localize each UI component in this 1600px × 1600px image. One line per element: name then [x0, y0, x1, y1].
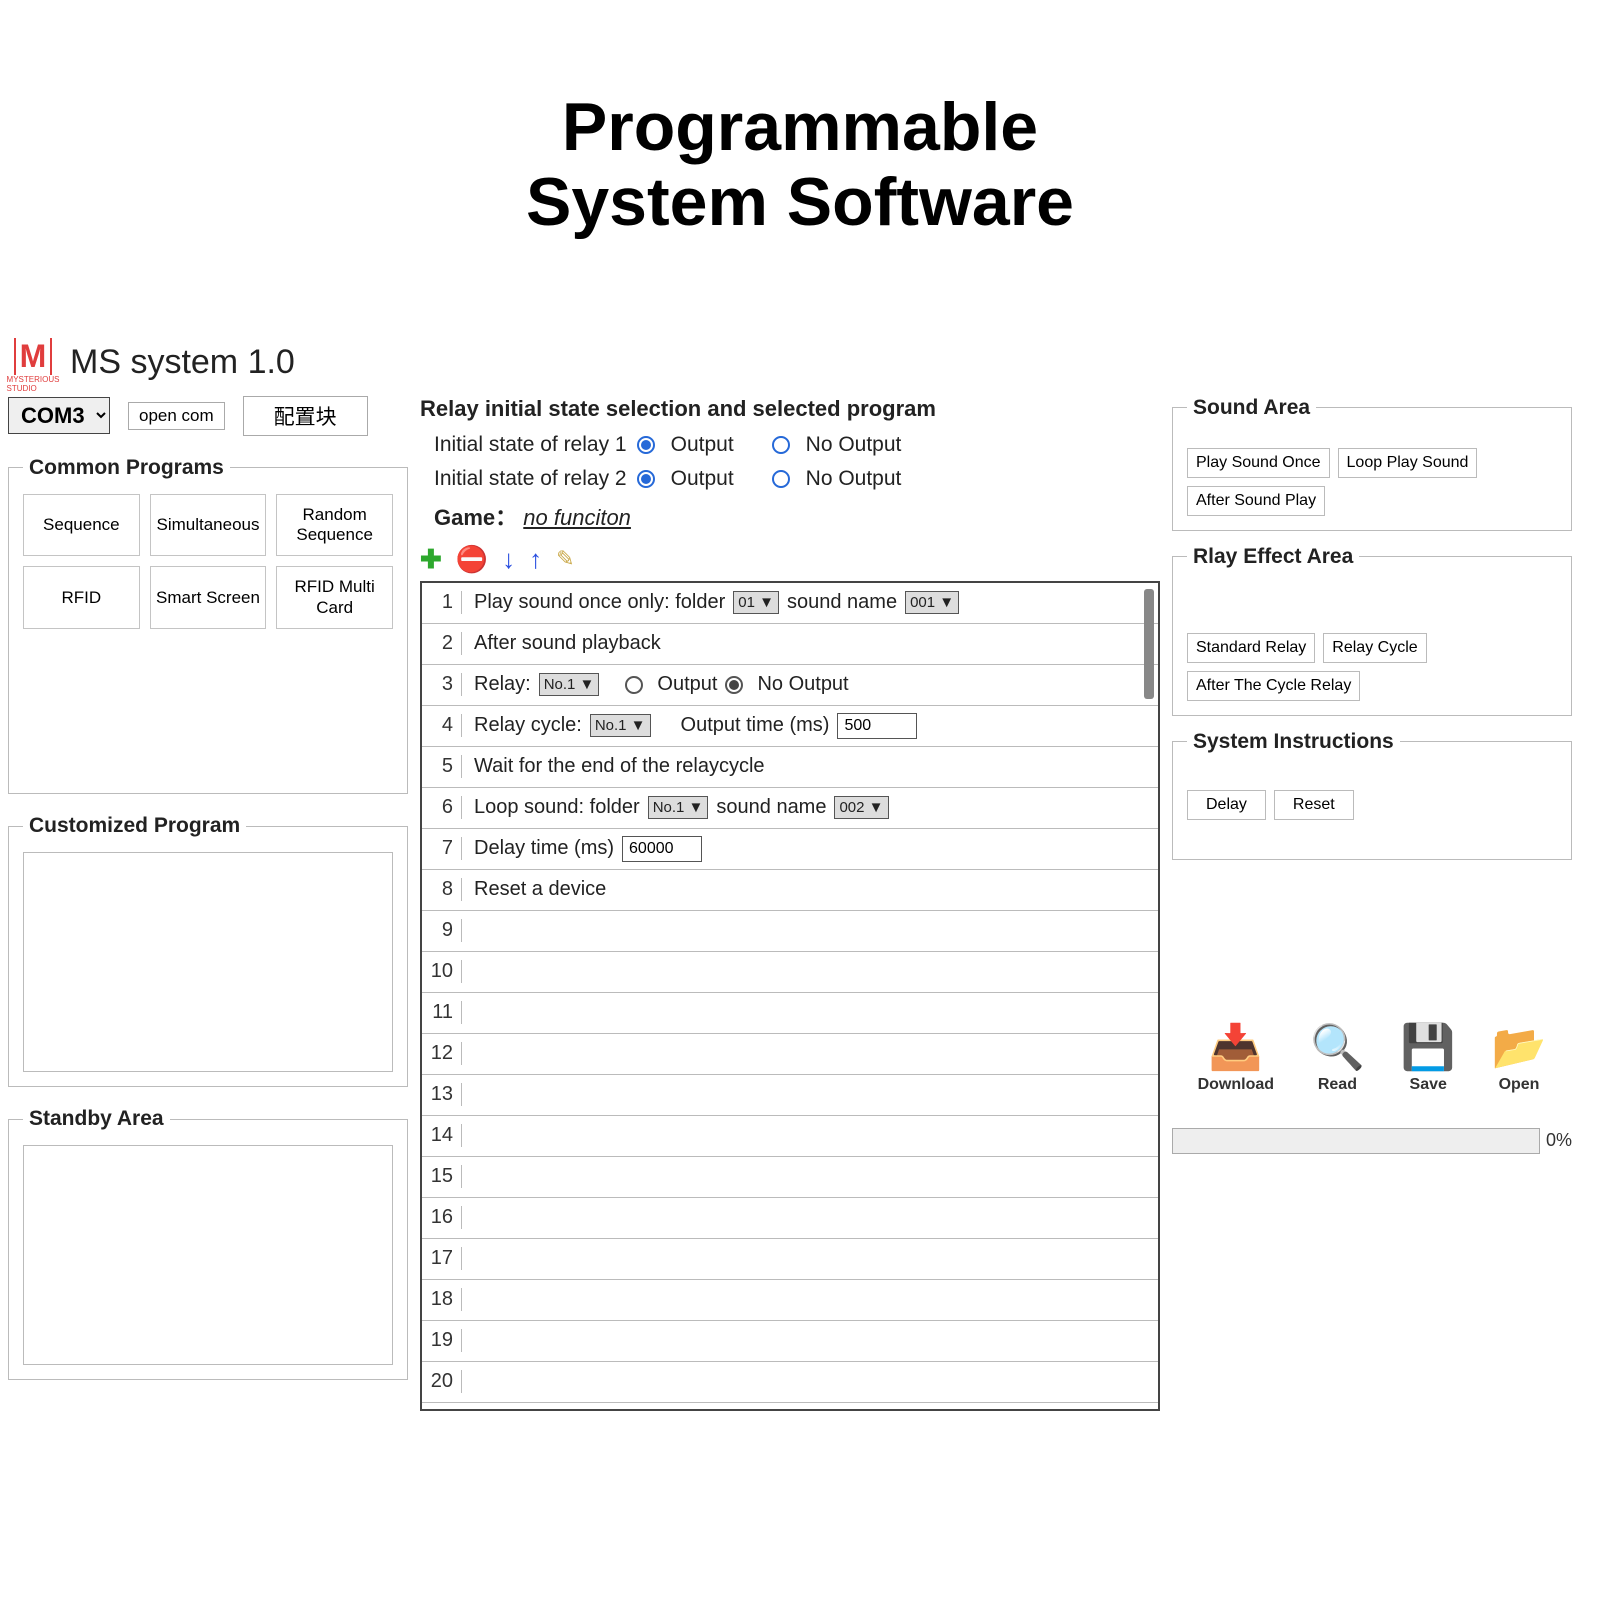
file-actions: 📥 Download 🔍 Read 💾 Save 📂 Open	[1172, 1008, 1572, 1106]
customized-program-area[interactable]	[23, 852, 393, 1072]
logo: M MYSTERIOUS STUDIO	[8, 338, 58, 388]
table-row[interactable]: 7 Delay time (ms)	[422, 829, 1158, 870]
loop-folder-select[interactable]: No.1 ▼	[648, 796, 709, 819]
open-button[interactable]: 📂 Open	[1492, 1026, 1547, 1094]
step-toolbar: ✚ ⛔ ↓ ↑ ✎	[420, 540, 1160, 581]
progress-row: 0%	[1172, 1120, 1572, 1162]
relay2-no-output-radio[interactable]	[772, 470, 790, 488]
progress-bar	[1172, 1128, 1540, 1154]
table-row[interactable]: 16	[422, 1198, 1158, 1239]
play-sound-once-button[interactable]: Play Sound Once	[1187, 448, 1330, 478]
download-button[interactable]: 📥 Download	[1198, 1026, 1274, 1094]
program-simultaneous[interactable]: Simultaneous	[150, 494, 267, 557]
table-row[interactable]: 19	[422, 1321, 1158, 1362]
save-icon: 💾	[1401, 1026, 1456, 1070]
relay-config-title: Relay initial state selection and select…	[420, 396, 1160, 428]
table-row[interactable]: 6 Loop sound: folder No.1 ▼ sound name 0…	[422, 788, 1158, 829]
standard-relay-button[interactable]: Standard Relay	[1187, 633, 1315, 663]
config-block-button[interactable]: 配置块	[243, 396, 368, 436]
table-row[interactable]: 17	[422, 1239, 1158, 1280]
relay2-output-radio[interactable]	[637, 470, 655, 488]
app-title: MS system 1.0	[70, 343, 295, 382]
move-down-icon[interactable]: ↓	[502, 544, 515, 575]
program-rfid[interactable]: RFID	[23, 566, 140, 629]
output-time-input[interactable]	[837, 713, 917, 739]
app-header: M MYSTERIOUS STUDIO MS system 1.0	[8, 330, 1592, 396]
table-row[interactable]: 12	[422, 1034, 1158, 1075]
relay1-row: Initial state of relay 1 Output No Outpu…	[420, 428, 1160, 462]
table-row[interactable]: 14	[422, 1116, 1158, 1157]
table-row[interactable]: 11	[422, 993, 1158, 1034]
save-button[interactable]: 💾 Save	[1401, 1026, 1456, 1094]
table-row[interactable]: 18	[422, 1280, 1158, 1321]
search-icon: 🔍	[1310, 1026, 1365, 1070]
com-port-select[interactable]: COM3	[8, 397, 110, 434]
game-row: Game： no funciton	[420, 496, 1160, 540]
program-sequence[interactable]: Sequence	[23, 494, 140, 557]
after-sound-play-button[interactable]: After Sound Play	[1187, 486, 1325, 516]
table-row[interactable]: 10	[422, 952, 1158, 993]
progress-percent: 0%	[1546, 1130, 1572, 1151]
page-title: Programmable System Software	[0, 0, 1600, 330]
folder-icon: 📂	[1492, 1026, 1547, 1070]
relay-select[interactable]: No.1 ▼	[539, 673, 600, 696]
relay1-no-output-radio[interactable]	[772, 436, 790, 454]
standby-area[interactable]	[23, 1145, 393, 1365]
relay-output-radio[interactable]	[625, 676, 643, 694]
table-row[interactable]: 15	[422, 1157, 1158, 1198]
relay-config: Relay initial state selection and select…	[420, 396, 1160, 540]
loop-sound-select[interactable]: 002 ▼	[834, 796, 888, 819]
move-up-icon[interactable]: ↑	[529, 544, 542, 575]
delay-time-input[interactable]	[622, 836, 702, 862]
relay-cycle-select[interactable]: No.1 ▼	[590, 714, 651, 737]
relay2-row: Initial state of relay 2 Output No Outpu…	[420, 462, 1160, 496]
app-window: M MYSTERIOUS STUDIO MS system 1.0 COM3 o…	[0, 330, 1600, 1411]
loop-play-sound-button[interactable]: Loop Play Sound	[1338, 448, 1478, 478]
table-row[interactable]: 13	[422, 1075, 1158, 1116]
relay-effect-group: Rlay Effect Area Standard Relay Relay Cy…	[1172, 545, 1572, 716]
delay-button[interactable]: Delay	[1187, 790, 1266, 820]
relay1-output-radio[interactable]	[637, 436, 655, 454]
program-random-sequence[interactable]: Random Sequence	[276, 494, 393, 557]
relay-no-output-radio[interactable]	[725, 676, 743, 694]
scrollbar[interactable]	[1144, 589, 1154, 699]
sound-area-group: Sound Area Play Sound Once Loop Play Sou…	[1172, 396, 1572, 531]
standby-area-group: Standby Area	[8, 1107, 408, 1380]
standby-area-legend: Standby Area	[23, 1107, 170, 1131]
common-programs-group: Common Programs Sequence Simultaneous Ra…	[8, 456, 408, 795]
game-value: no funciton	[523, 505, 631, 530]
table-row[interactable]: 2 After sound playback	[422, 624, 1158, 665]
tool-icon[interactable]: ✎	[556, 546, 574, 572]
add-step-icon[interactable]: ✚	[420, 544, 442, 575]
table-row[interactable]: 8 Reset a device	[422, 870, 1158, 911]
table-row[interactable]: 9	[422, 911, 1158, 952]
remove-step-icon[interactable]: ⛔	[456, 544, 488, 575]
read-button[interactable]: 🔍 Read	[1310, 1026, 1365, 1094]
table-row[interactable]: 20	[422, 1362, 1158, 1403]
sound-area-legend: Sound Area	[1187, 396, 1316, 420]
after-cycle-relay-button[interactable]: After The Cycle Relay	[1187, 671, 1360, 701]
customized-program-group: Customized Program	[8, 814, 408, 1087]
relay-effect-legend: Rlay Effect Area	[1187, 545, 1359, 569]
table-row[interactable]: 3 Relay: No.1 ▼ Output No Output	[422, 665, 1158, 706]
sound-select[interactable]: 001 ▼	[905, 591, 959, 614]
reset-button[interactable]: Reset	[1274, 790, 1354, 820]
table-row[interactable]: 1 Play sound once only: folder 01 ▼ soun…	[422, 583, 1158, 624]
open-com-button[interactable]: open com	[128, 402, 225, 430]
folder-select[interactable]: 01 ▼	[733, 591, 779, 614]
system-instructions-legend: System Instructions	[1187, 730, 1400, 754]
program-rfid-multi-card[interactable]: RFID Multi Card	[276, 566, 393, 629]
program-smart-screen[interactable]: Smart Screen	[150, 566, 267, 629]
system-instructions-group: System Instructions Delay Reset	[1172, 730, 1572, 860]
customized-program-legend: Customized Program	[23, 814, 246, 838]
relay-cycle-button[interactable]: Relay Cycle	[1323, 633, 1426, 663]
steps-table: 1 Play sound once only: folder 01 ▼ soun…	[420, 581, 1160, 1411]
common-programs-legend: Common Programs	[23, 456, 230, 480]
table-row[interactable]: 5 Wait for the end of the relaycycle	[422, 747, 1158, 788]
table-row[interactable]: 4 Relay cycle: No.1 ▼ Output time (ms)	[422, 706, 1158, 747]
download-icon: 📥	[1208, 1026, 1263, 1070]
